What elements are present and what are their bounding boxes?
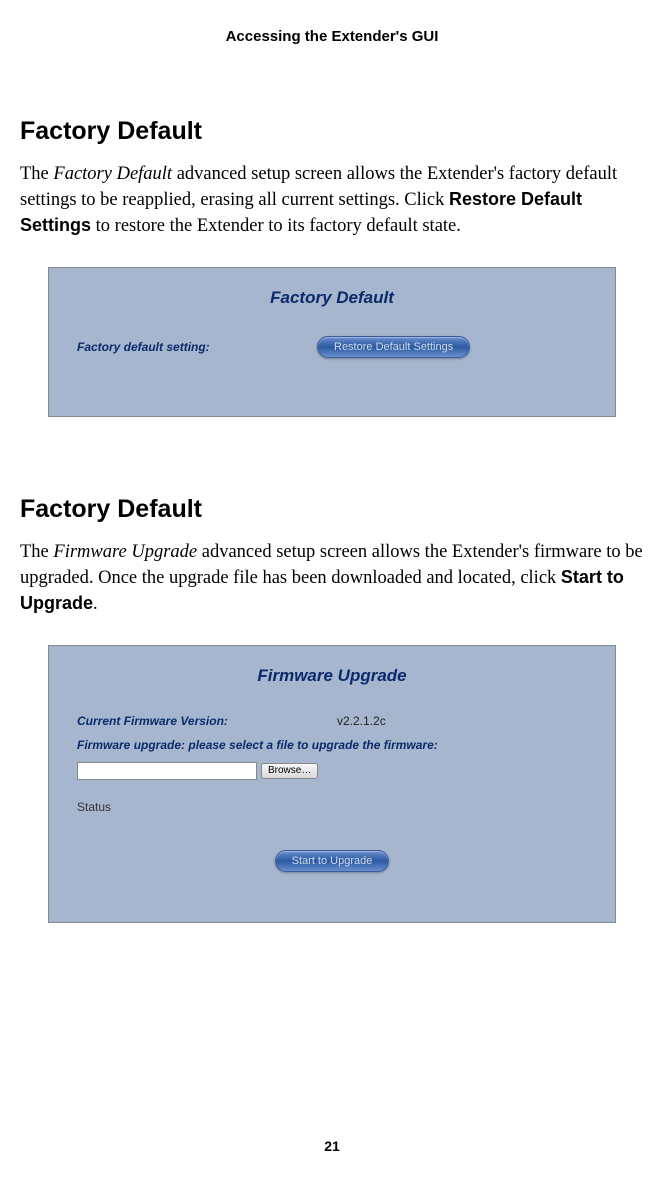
section1-heading: Factory Default (20, 117, 644, 146)
panel-title: Factory Default (77, 288, 587, 308)
browse-button[interactable]: Browse… (261, 763, 318, 779)
text-fragment: The (20, 542, 53, 562)
factory-default-panel: Factory Default Factory default setting:… (48, 267, 616, 417)
page-header: Accessing the Extender's GUI (20, 28, 644, 45)
upgrade-button-row: Start to Upgrade (77, 850, 587, 872)
firmware-upgrade-panel: Firmware Upgrade Current Firmware Versio… (48, 645, 616, 923)
file-input-row: Browse… (77, 762, 587, 780)
section1-paragraph: The Factory Default advanced setup scree… (20, 162, 644, 239)
text-fragment: to restore the Extender to its factory d… (91, 216, 461, 236)
firmware-version-value: v2.2.1.2c (337, 714, 386, 728)
text-fragment: The (20, 164, 53, 184)
section2-paragraph: The Firmware Upgrade advanced setup scre… (20, 540, 644, 617)
factory-default-label: Factory default setting: (77, 340, 317, 354)
firmware-version-row: Current Firmware Version: v2.2.1.2c (77, 714, 587, 728)
text-fragment: . (93, 594, 98, 614)
page-number: 21 (0, 1138, 664, 1154)
text-italic: Firmware Upgrade (53, 542, 197, 562)
firmware-version-label: Current Firmware Version: (77, 714, 337, 728)
restore-default-settings-button[interactable]: Restore Default Settings (317, 336, 470, 358)
section2-heading: Factory Default (20, 495, 644, 524)
status-row: Status (77, 800, 587, 814)
panel-title: Firmware Upgrade (77, 666, 587, 686)
status-label: Status (77, 800, 111, 814)
firmware-upgrade-instruction: Firmware upgrade: please select a file t… (77, 738, 587, 752)
firmware-file-input[interactable] (77, 762, 257, 780)
start-to-upgrade-button[interactable]: Start to Upgrade (275, 850, 390, 872)
factory-default-row: Factory default setting: Restore Default… (77, 336, 587, 358)
text-italic: Factory Default (53, 164, 172, 184)
